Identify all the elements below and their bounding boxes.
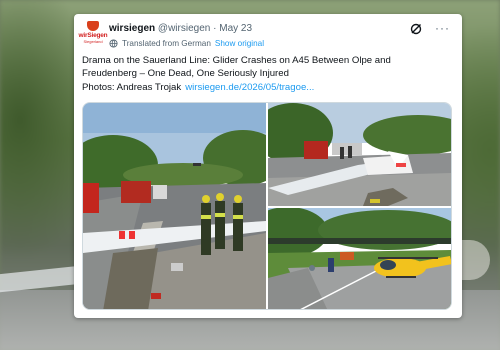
more-icon[interactable]: ··· [435,21,450,35]
tweet-text-line-3: Photos: Andreas Trojak wirsiegen.de/2026/… [82,81,452,94]
photo-rescue-helicopter[interactable] [268,208,452,310]
separator-dot: · [213,23,217,34]
photo-credit: Photos: Andreas Trojak [82,81,182,93]
translated-label: Translated from German [122,39,211,48]
translation-notice: Translated from German Show original [109,39,264,48]
avatar-logo-text: wirSiegen [78,32,108,39]
tweet-date[interactable]: May 23 [219,23,252,34]
tweet-header: wirSiegen Siegerland wirsiegen @wirsiege… [78,21,452,51]
avatar[interactable]: wirSiegen Siegerland [78,21,108,47]
article-link[interactable]: wirsiegen.de/2026/05/tragoe... [185,82,314,93]
crest-logo-icon [87,21,99,31]
photo-glider-wreck-road[interactable] [83,103,266,310]
grok-icon[interactable] [410,23,422,35]
tweet-text: Drama on the Sauerland Line: Glider Cras… [82,54,452,94]
globe-icon [109,39,118,48]
tweet-text-line-1: Drama on the Sauerland Line: Glider Cras… [82,55,391,66]
photo-firefighters-wreck[interactable] [268,103,452,207]
media-grid [82,102,452,311]
tweet-text-line-2: Freudenberg – One Dead, One Seriously In… [82,68,289,80]
author-handle[interactable]: @wirsiegen [158,23,210,34]
author-display-name[interactable]: wirsiegen [109,23,155,34]
show-original-link[interactable]: Show original [215,39,264,48]
tweet-card[interactable]: wirSiegen Siegerland wirsiegen @wirsiege… [74,14,462,318]
author-line: wirsiegen @wirsiegen · May 23 [109,23,252,34]
avatar-logo-sub: Siegerland [83,39,103,44]
